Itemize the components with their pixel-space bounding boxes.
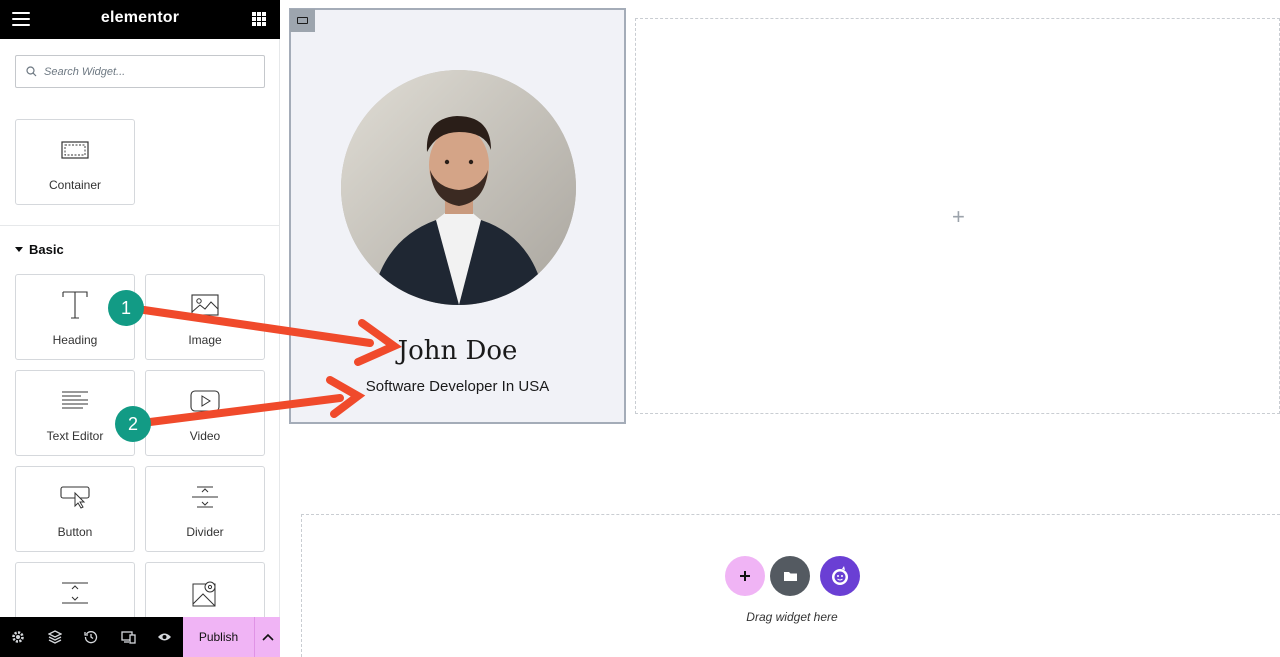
annotation-arrow-1 (140, 306, 402, 366)
annotation-arrow-2 (146, 376, 366, 426)
editor-window: elementor Container Basic Heading (0, 0, 1280, 657)
annotation-badge-2: 2 (115, 406, 151, 442)
annotation-badge-1: 1 (108, 290, 144, 326)
annotation-arrows (140, 306, 402, 426)
